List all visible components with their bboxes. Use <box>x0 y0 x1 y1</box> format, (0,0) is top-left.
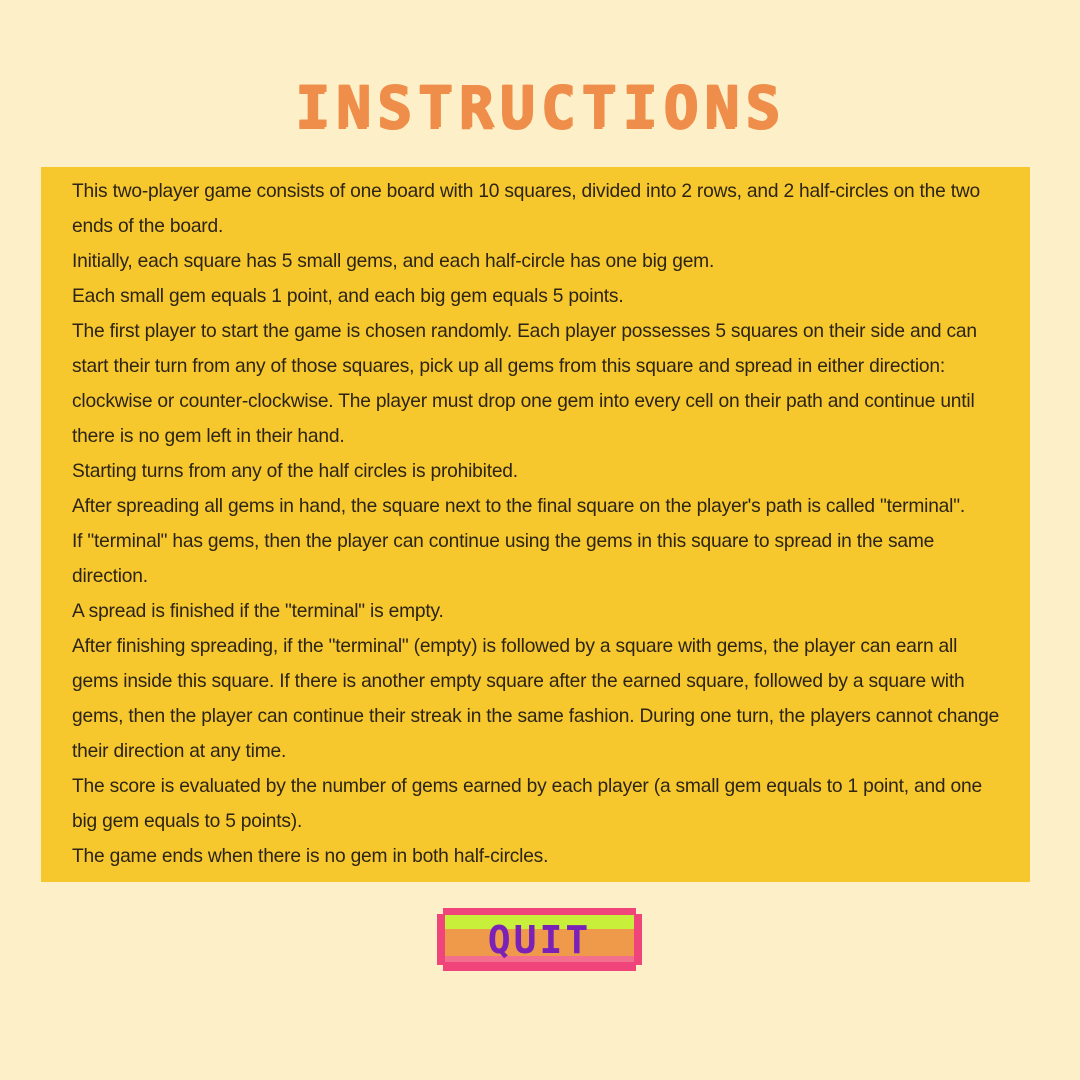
instruction-paragraph: The game ends when there is no gem in bo… <box>72 846 549 867</box>
instruction-paragraph: This two-player game consists of one boa… <box>72 181 981 237</box>
instruction-paragraph: The first player to start the game is ch… <box>72 321 977 447</box>
instruction-paragraph: After finishing spreading, if the "termi… <box>72 636 1000 762</box>
instruction-paragraph: Initially, each square has 5 small gems,… <box>72 251 715 272</box>
quit-button[interactable]: QUIT <box>437 908 642 971</box>
instruction-paragraph: Each small gem equals 1 point, and each … <box>72 286 624 307</box>
instructions-panel: This two-player game consists of one boa… <box>41 167 1030 882</box>
instruction-paragraph: Starting turns from any of the half circ… <box>72 461 518 482</box>
instruction-paragraph: After spreading all gems in hand, the sq… <box>72 496 965 517</box>
page-title: INSTRUCTIONS <box>294 73 786 141</box>
instruction-paragraph: The score is evaluated by the number of … <box>72 776 982 832</box>
instruction-paragraph: If "terminal" has gems, then the player … <box>72 531 935 587</box>
quit-button-label: QUIT <box>487 918 592 962</box>
instruction-paragraph: A spread is finished if the "terminal" i… <box>72 601 444 622</box>
